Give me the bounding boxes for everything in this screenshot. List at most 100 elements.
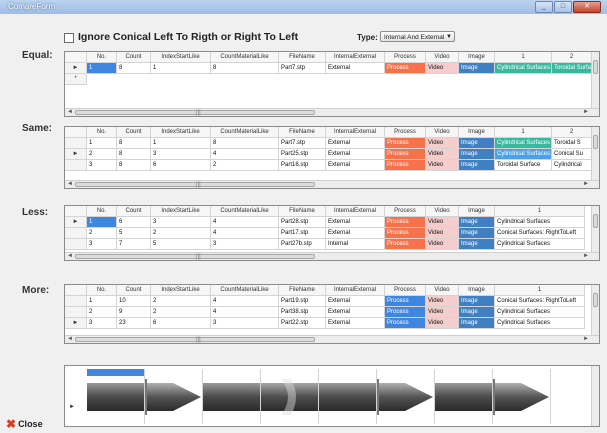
scroll-left-icon[interactable]: ◄: [67, 253, 73, 259]
column-header-surface-2[interactable]: 2: [552, 52, 592, 63]
scroll-right-icon[interactable]: ►: [583, 336, 589, 342]
column-header-image[interactable]: Image: [459, 285, 495, 296]
column-header-index-start-like[interactable]: IndexStartLike: [151, 285, 211, 296]
type-dropdown[interactable]: Internal And External ▼: [380, 31, 455, 42]
cell-image[interactable]: Image: [459, 149, 495, 160]
row-header[interactable]: [65, 138, 87, 149]
column-header-internal-external[interactable]: InternalExternal: [326, 206, 385, 217]
cell-video[interactable]: Video: [426, 228, 459, 239]
scroll-right-icon[interactable]: ►: [583, 109, 589, 115]
cell-process[interactable]: Process: [385, 296, 426, 307]
column-header-image[interactable]: Image: [459, 127, 495, 138]
shape-image-cell[interactable]: [435, 369, 493, 424]
column-header-count-material-like[interactable]: CountMaterialLike: [211, 206, 279, 217]
column-header-video[interactable]: Video: [426, 206, 459, 217]
scroll-left-icon[interactable]: ◄: [67, 181, 73, 187]
cell-process[interactable]: Process: [385, 63, 426, 74]
horizontal-scrollbar[interactable]: ◄ ||| ►: [65, 252, 599, 260]
scroll-right-icon[interactable]: ►: [583, 181, 589, 187]
column-header-no[interactable]: No.: [87, 285, 117, 296]
shape-image-cell[interactable]: [203, 369, 261, 424]
cell-process[interactable]: Process: [385, 138, 426, 149]
vertical-scrollbar[interactable]: [591, 206, 599, 252]
scroll-thumb[interactable]: [593, 135, 598, 149]
column-header-surface-2[interactable]: 2: [552, 127, 592, 138]
column-header-process[interactable]: Process: [385, 127, 426, 138]
new-row[interactable]: *: [65, 74, 87, 85]
vertical-scrollbar[interactable]: [591, 285, 599, 335]
table-row[interactable]: ► 1 8 1 8 Part7.stp External Process Video Image C…: [65, 63, 592, 74]
column-header-surface-1[interactable]: 1: [495, 206, 585, 217]
column-header-count-material-like[interactable]: CountMaterialLike: [211, 285, 279, 296]
column-header-image[interactable]: Image: [459, 206, 495, 217]
column-header-process[interactable]: Process: [385, 52, 426, 63]
column-header-count[interactable]: Count: [117, 127, 151, 138]
column-header-video[interactable]: Video: [426, 285, 459, 296]
table-row[interactable]: ► 2 8 3 4 Part25.stp External Process Video Image…: [65, 149, 592, 160]
cell-video[interactable]: Video: [426, 296, 459, 307]
table-row[interactable]: ► 3 23 6 3 Part22.stp External Process Video Imag…: [65, 318, 585, 329]
cell-process[interactable]: Process: [385, 307, 426, 318]
cell-video[interactable]: Video: [426, 217, 459, 228]
same-grid[interactable]: No. Count IndexStartLike CountMaterialLike F…: [64, 126, 600, 189]
scroll-thumb[interactable]: |||: [75, 182, 315, 188]
cell-video[interactable]: Video: [426, 318, 459, 329]
shape-image-cell[interactable]: [319, 369, 377, 424]
column-header-count-material-like[interactable]: CountMaterialLike: [211, 127, 279, 138]
row-header[interactable]: [65, 239, 87, 250]
images-vertical-scrollbar[interactable]: [591, 366, 599, 426]
column-header-count[interactable]: Count: [117, 285, 151, 296]
column-header-no[interactable]: No.: [87, 127, 117, 138]
row-header[interactable]: ►: [65, 63, 87, 74]
shape-image-cell[interactable]: [87, 369, 145, 424]
row-header[interactable]: [65, 296, 87, 307]
row-header[interactable]: [65, 160, 87, 171]
row-header[interactable]: ►: [65, 149, 87, 160]
cell-process[interactable]: Process: [385, 228, 426, 239]
vertical-scrollbar[interactable]: [591, 127, 599, 180]
column-header-count[interactable]: Count: [117, 52, 151, 63]
horizontal-scrollbar[interactable]: ◄ ||| ►: [65, 180, 599, 188]
shape-image-cell[interactable]: [493, 369, 551, 424]
column-header-file-name[interactable]: FileName: [279, 285, 326, 296]
column-header-file-name[interactable]: FileName: [279, 52, 326, 63]
cell-process[interactable]: Process: [385, 217, 426, 228]
column-header-surface-1[interactable]: 1: [495, 127, 552, 138]
cell-process[interactable]: Process: [385, 318, 426, 329]
less-grid[interactable]: No. Count IndexStartLike CountMaterialLike F…: [64, 205, 600, 261]
column-header-surface-1[interactable]: 1: [495, 285, 585, 296]
close-button[interactable]: ✖ Close: [6, 417, 56, 431]
scroll-thumb[interactable]: |||: [75, 254, 315, 260]
scroll-thumb[interactable]: |||: [75, 110, 315, 116]
shape-images-grid[interactable]: ►: [64, 365, 600, 427]
cell-image[interactable]: Image: [459, 160, 495, 171]
scroll-right-icon[interactable]: ►: [583, 253, 589, 259]
cell-image[interactable]: Image: [459, 63, 495, 74]
table-row[interactable]: ► 1 6 3 4 Part28.stp External Process Video Image…: [65, 217, 585, 228]
scroll-thumb[interactable]: [593, 293, 598, 307]
horizontal-scrollbar[interactable]: ◄ ||| ►: [65, 335, 599, 343]
cell-video[interactable]: Video: [426, 160, 459, 171]
column-header-file-name[interactable]: FileName: [279, 206, 326, 217]
maximize-button[interactable]: □: [554, 1, 572, 13]
column-header-internal-external[interactable]: InternalExternal: [326, 285, 385, 296]
column-header-process[interactable]: Process: [385, 285, 426, 296]
table-row[interactable]: 1 10 2 4 Part19.stp External Process Video Image…: [65, 296, 585, 307]
vertical-scrollbar[interactable]: [591, 52, 599, 108]
table-row[interactable]: 2 5 2 4 Part17.stp External Process Video Image C…: [65, 228, 585, 239]
column-header-no[interactable]: No.: [87, 52, 117, 63]
column-header-surface-1[interactable]: 1: [495, 52, 552, 63]
scroll-left-icon[interactable]: ◄: [67, 336, 73, 342]
cell-image[interactable]: Image: [459, 228, 495, 239]
column-header-index-start-like[interactable]: IndexStartLike: [151, 206, 211, 217]
cell-process[interactable]: Process: [385, 239, 426, 250]
cell-video[interactable]: Video: [426, 307, 459, 318]
column-header-video[interactable]: Video: [426, 52, 459, 63]
cell-image[interactable]: Image: [459, 296, 495, 307]
column-header-image[interactable]: Image: [459, 52, 495, 63]
scroll-thumb[interactable]: [593, 214, 598, 228]
scroll-thumb[interactable]: [593, 60, 598, 74]
column-header-count[interactable]: Count: [117, 206, 151, 217]
horizontal-scrollbar[interactable]: ◄ ||| ►: [65, 108, 599, 116]
scroll-left-icon[interactable]: ◄: [67, 109, 73, 115]
